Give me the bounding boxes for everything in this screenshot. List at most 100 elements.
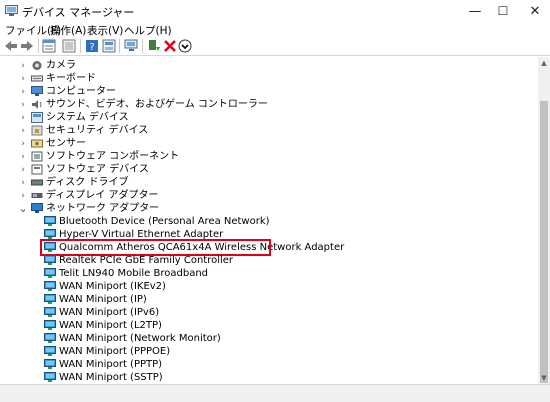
network-adapter-label: WAN Miniport (PPPOE)	[59, 346, 171, 357]
tree-category[interactable]: › ディスク ドライブ	[0, 176, 538, 189]
disk-drive-icon	[31, 177, 43, 188]
chevron-right-icon[interactable]: ›	[18, 85, 28, 98]
scroll-up-icon[interactable]: ▲	[538, 57, 550, 69]
svg-text:?: ?	[89, 42, 94, 53]
chevron-right-icon[interactable]: ›	[18, 189, 28, 202]
chevron-right-icon[interactable]: ›	[18, 163, 28, 176]
network-adapter-icon	[44, 333, 56, 344]
category-label: ネットワーク アダプター	[46, 203, 160, 214]
network-adapter-item[interactable]: Bluetooth Device (Personal Area Network)	[0, 215, 538, 228]
toolbar-separator	[80, 39, 81, 53]
network-adapter-label: WAN Miniport (SSTP)	[59, 372, 163, 383]
camera-icon	[31, 60, 43, 71]
category-label: サウンド、ビデオ、およびゲーム コントローラー	[46, 99, 268, 110]
tree-category[interactable]: › システム デバイス	[0, 111, 538, 124]
category-label: キーボード	[46, 73, 96, 84]
show-hidden-icon[interactable]	[61, 38, 77, 54]
enable-device-icon[interactable]	[146, 38, 162, 54]
tree-category[interactable]: › カメラ	[0, 59, 538, 72]
display-adapter-icon	[31, 190, 43, 201]
network-adapter-icon	[44, 307, 56, 318]
uninstall-icon[interactable]	[162, 38, 178, 54]
chevron-right-icon[interactable]: ›	[18, 59, 28, 72]
network-adapter-icon	[44, 216, 56, 227]
tree-category[interactable]: › サウンド、ビデオ、およびゲーム コントローラー	[0, 98, 538, 111]
network-adapter-icon	[44, 268, 56, 279]
network-adapter-icon	[31, 203, 43, 214]
category-label: ディスプレイ アダプター	[46, 190, 159, 201]
network-adapter-item[interactable]: WAN Miniport (SSTP)	[0, 371, 538, 384]
title-bar[interactable]: デバイス マネージャー — ☐ ✕	[0, 0, 550, 22]
tree-category[interactable]: › キーボード	[0, 72, 538, 85]
disable-device-icon[interactable]	[177, 38, 193, 54]
scan-hardware-icon[interactable]	[123, 38, 139, 54]
minimize-button[interactable]: —	[460, 0, 490, 22]
software-component-icon	[31, 151, 43, 162]
network-adapter-label: WAN Miniport (IKEv2)	[59, 281, 166, 292]
tree-category[interactable]: › ソフトウェア デバイス	[0, 163, 538, 176]
system-device-icon	[31, 112, 43, 123]
category-label: セキュリティ デバイス	[46, 125, 149, 136]
chevron-right-icon[interactable]: ›	[18, 124, 28, 137]
network-adapter-item[interactable]: Telit LN940 Mobile Broadband	[0, 267, 538, 280]
network-adapter-icon	[44, 294, 56, 305]
toolbar-separator	[38, 39, 39, 53]
network-adapter-icon	[44, 255, 56, 266]
category-label: センサー	[46, 138, 86, 149]
tree-category[interactable]: › センサー	[0, 137, 538, 150]
category-label: カメラ	[46, 60, 76, 71]
tree-category[interactable]: › セキュリティ デバイス	[0, 124, 538, 137]
network-adapter-label: Realtek PCIe GbE Family Controller	[59, 255, 234, 266]
category-label: ディスク ドライブ	[46, 177, 129, 188]
network-adapter-item[interactable]: WAN Miniport (L2TP)	[0, 319, 538, 332]
chevron-right-icon[interactable]: ›	[18, 72, 28, 85]
scroll-down-icon[interactable]: ▼	[538, 372, 550, 384]
software-device-icon	[31, 164, 43, 175]
scroll-thumb[interactable]	[540, 101, 548, 383]
status-bar	[0, 384, 550, 402]
chevron-right-icon[interactable]: ›	[18, 111, 28, 124]
chevron-down-icon[interactable]: ⌄	[18, 202, 28, 215]
category-label: コンピューター	[46, 86, 116, 97]
vertical-scrollbar[interactable]: ▲ ▼	[538, 57, 550, 384]
forward-arrow-icon[interactable]	[19, 38, 35, 54]
close-button[interactable]: ✕	[520, 0, 550, 22]
network-adapter-item[interactable]: WAN Miniport (PPTP)	[0, 358, 538, 371]
sensor-icon	[31, 138, 43, 149]
network-adapter-label: WAN Miniport (IP)	[59, 294, 147, 305]
chevron-right-icon[interactable]: ›	[18, 98, 28, 111]
security-device-icon	[31, 125, 43, 136]
category-label: ソフトウェア デバイス	[46, 164, 149, 175]
network-adapter-item[interactable]: Realtek PCIe GbE Family Controller	[0, 254, 538, 267]
network-adapter-item[interactable]: WAN Miniport (IP)	[0, 293, 538, 306]
chevron-right-icon[interactable]: ›	[18, 176, 28, 189]
computer-icon	[31, 86, 43, 97]
tree-category[interactable]: › ソフトウェア コンポーネント	[0, 150, 538, 163]
device-manager-icon	[5, 5, 18, 16]
tree-category[interactable]: ⌄ ネットワーク アダプター	[0, 202, 538, 215]
network-adapter-item[interactable]: WAN Miniport (PPPOE)	[0, 345, 538, 358]
maximize-button[interactable]: ☐	[488, 0, 518, 22]
chevron-right-icon[interactable]: ›	[18, 150, 28, 163]
network-adapter-icon	[44, 320, 56, 331]
network-adapter-item[interactable]: WAN Miniport (IKEv2)	[0, 280, 538, 293]
tree-category[interactable]: › コンピューター	[0, 85, 538, 98]
keyboard-icon	[31, 73, 43, 84]
device-manager-window: デバイス マネージャー — ☐ ✕ ファイル(F) 操作(A) 表示(V) ヘル…	[0, 0, 550, 402]
back-arrow-icon[interactable]	[3, 38, 19, 54]
update-driver-icon[interactable]	[101, 38, 117, 54]
category-label: システム デバイス	[46, 112, 129, 123]
network-adapter-label: WAN Miniport (L2TP)	[59, 320, 162, 331]
network-adapter-item[interactable]: WAN Miniport (Network Monitor)	[0, 332, 538, 345]
network-adapter-label: WAN Miniport (Network Monitor)	[59, 333, 221, 344]
toolbar: ?	[0, 36, 550, 56]
network-adapter-icon	[44, 359, 56, 370]
toolbar-separator	[142, 39, 143, 53]
menu-bar: ファイル(F) 操作(A) 表示(V) ヘルプ(H)	[0, 22, 550, 37]
help-icon[interactable]: ?	[84, 38, 100, 54]
chevron-right-icon[interactable]: ›	[18, 137, 28, 150]
device-tree[interactable]: › カメラ › キーボード › コンピューター › サウンド、ビデオ、およびゲーム コントロー…	[0, 57, 538, 384]
properties-icon[interactable]	[41, 38, 57, 54]
network-adapter-item[interactable]: WAN Miniport (IPv6)	[0, 306, 538, 319]
tree-category[interactable]: › ディスプレイ アダプター	[0, 189, 538, 202]
